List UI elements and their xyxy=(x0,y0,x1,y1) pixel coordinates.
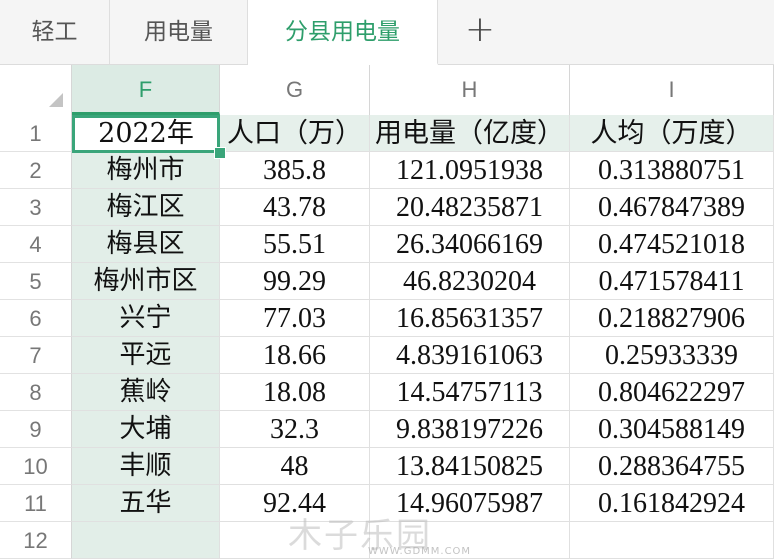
cell-h6[interactable]: 16.85631357 xyxy=(370,300,570,337)
cell-f5[interactable]: 梅州市区 xyxy=(72,263,220,300)
cell-g4[interactable]: 55.51 xyxy=(220,226,370,263)
column-header-g[interactable]: G xyxy=(220,65,370,115)
row-header-10[interactable]: 10 xyxy=(0,448,72,485)
row-header-6[interactable]: 6 xyxy=(0,300,72,337)
cell-h10[interactable]: 13.84150825 xyxy=(370,448,570,485)
add-sheet-button[interactable]: + xyxy=(438,0,522,64)
row-header-7[interactable]: 7 xyxy=(0,337,72,374)
row-header-11[interactable]: 11 xyxy=(0,485,72,522)
row-header-2[interactable]: 2 xyxy=(0,152,72,189)
cell-f12[interactable] xyxy=(72,522,220,559)
cell-g6[interactable]: 77.03 xyxy=(220,300,370,337)
cell-h5[interactable]: 46.8230204 xyxy=(370,263,570,300)
sheet-tab-bar: 轻工 用电量 分县用电量 + xyxy=(0,0,774,65)
cell-g2[interactable]: 385.8 xyxy=(220,152,370,189)
cell-f2[interactable]: 梅州市 xyxy=(72,152,220,189)
cell-f7[interactable]: 平远 xyxy=(72,337,220,374)
column-header-h[interactable]: H xyxy=(370,65,570,115)
cell-i3[interactable]: 0.467847389 xyxy=(570,189,774,226)
cell-g5[interactable]: 99.29 xyxy=(220,263,370,300)
row-header-3[interactable]: 3 xyxy=(0,189,72,226)
cell-i10[interactable]: 0.288364755 xyxy=(570,448,774,485)
row-header-9[interactable]: 9 xyxy=(0,411,72,448)
cell-g1[interactable]: 人口（万） xyxy=(220,115,370,152)
cell-f9[interactable]: 大埔 xyxy=(72,411,220,448)
cell-i9[interactable]: 0.304588149 xyxy=(570,411,774,448)
cell-h1[interactable]: 用电量（亿度） xyxy=(370,115,570,152)
cell-f4[interactable]: 梅县区 xyxy=(72,226,220,263)
cell-i7[interactable]: 0.25933339 xyxy=(570,337,774,374)
watermark-url: WWW.GDMM.COM xyxy=(368,546,472,557)
cell-h3[interactable]: 20.48235871 xyxy=(370,189,570,226)
row-header-8[interactable]: 8 xyxy=(0,374,72,411)
row-header-1[interactable]: 1 xyxy=(0,115,72,152)
cell-i6[interactable]: 0.218827906 xyxy=(570,300,774,337)
tab-light-industry[interactable]: 轻工 xyxy=(0,0,110,64)
cell-g7[interactable]: 18.66 xyxy=(220,337,370,374)
cell-f1[interactable]: 2022年 xyxy=(72,115,220,152)
row-header-4[interactable]: 4 xyxy=(0,226,72,263)
corner-triangle-icon xyxy=(49,93,63,107)
cell-i5[interactable]: 0.471578411 xyxy=(570,263,774,300)
watermark: 木子乐园 WWW.GDMM.COM xyxy=(288,508,470,557)
cell-i11[interactable]: 0.161842924 xyxy=(570,485,774,522)
cell-h2[interactable]: 121.0951938 xyxy=(370,152,570,189)
cell-h4[interactable]: 26.34066169 xyxy=(370,226,570,263)
cell-i1[interactable]: 人均（万度） xyxy=(570,115,774,152)
cell-g8[interactable]: 18.08 xyxy=(220,374,370,411)
tab-county-electricity[interactable]: 分县用电量 xyxy=(248,0,438,65)
cell-i4[interactable]: 0.474521018 xyxy=(570,226,774,263)
cell-f8[interactable]: 蕉岭 xyxy=(72,374,220,411)
cell-h9[interactable]: 9.838197226 xyxy=(370,411,570,448)
row-header-12[interactable]: 12 xyxy=(0,522,72,559)
cell-i8[interactable]: 0.804622297 xyxy=(570,374,774,411)
cell-h8[interactable]: 14.54757113 xyxy=(370,374,570,411)
cell-g10[interactable]: 48 xyxy=(220,448,370,485)
cell-g9[interactable]: 32.3 xyxy=(220,411,370,448)
select-all-corner[interactable] xyxy=(0,65,72,115)
cell-f10[interactable]: 丰顺 xyxy=(72,448,220,485)
column-header-i[interactable]: I xyxy=(570,65,774,115)
cell-f6[interactable]: 兴宁 xyxy=(72,300,220,337)
cell-i12[interactable] xyxy=(570,522,774,559)
column-header-strip: F G H I xyxy=(0,65,774,116)
cell-f3[interactable]: 梅江区 xyxy=(72,189,220,226)
cell-i2[interactable]: 0.313880751 xyxy=(570,152,774,189)
cell-h7[interactable]: 4.839161063 xyxy=(370,337,570,374)
cell-g3[interactable]: 43.78 xyxy=(220,189,370,226)
cell-f11[interactable]: 五华 xyxy=(72,485,220,522)
tab-electricity[interactable]: 用电量 xyxy=(110,0,248,64)
row-header-5[interactable]: 5 xyxy=(0,263,72,300)
column-header-f[interactable]: F xyxy=(72,65,220,115)
